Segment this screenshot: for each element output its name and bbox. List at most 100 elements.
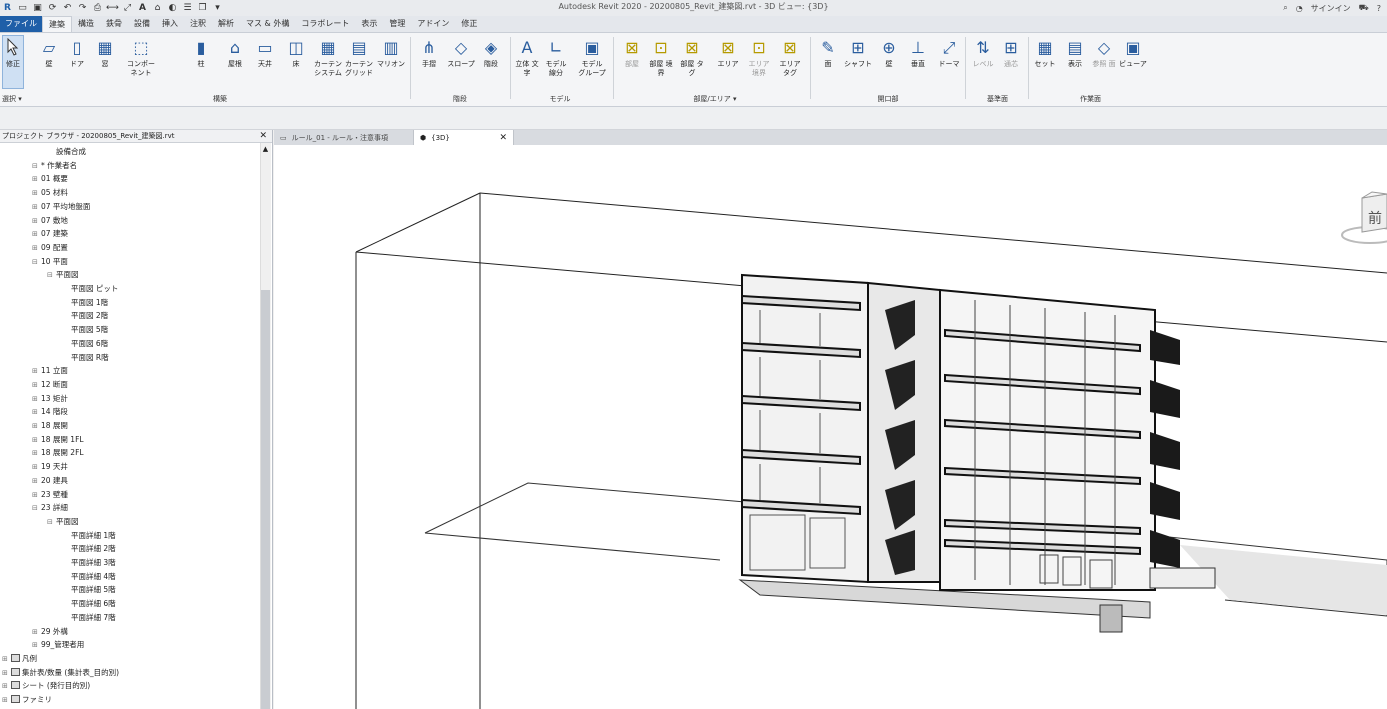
tree-item[interactable]: 平面図 1階 <box>62 296 108 309</box>
print-icon[interactable]: ⎙ <box>92 3 103 14</box>
tree-item[interactable]: ⊞ 11 立面 <box>32 364 68 377</box>
tree-item[interactable]: ⊞ 凡例 <box>2 652 37 665</box>
tree-item[interactable]: ⊞ 29 外構 <box>32 625 68 638</box>
tree-item[interactable]: ⊟ 10 平面 <box>32 255 68 268</box>
close-icon[interactable]: ✕ <box>499 133 507 143</box>
area-button[interactable]: ⊠ エリア <box>713 36 743 69</box>
model-line-button[interactable]: ∟ モデル 線分 <box>541 36 571 78</box>
tree-item[interactable]: 設備合成 <box>47 145 86 158</box>
binoculars-icon[interactable]: ⌕ <box>1283 3 1287 13</box>
customize-qat-icon[interactable]: ▾ <box>212 3 223 14</box>
expand-icon[interactable]: ⊞ <box>32 626 41 639</box>
expand-icon[interactable]: ⊞ <box>32 475 41 488</box>
tree-item[interactable]: ⊞ 99_管理者用 <box>32 638 84 651</box>
aligned-dimension-icon[interactable]: ⤢ <box>122 3 133 14</box>
tab-10[interactable]: 表示 <box>355 16 383 32</box>
thin-lines-icon[interactable]: ☰ <box>182 3 193 14</box>
tree-item[interactable]: 平面図 6階 <box>62 337 108 350</box>
expand-icon[interactable]: ⊞ <box>32 489 41 502</box>
tree-item[interactable]: ⊞ 01 概要 <box>32 172 68 185</box>
expand-icon[interactable]: ⊞ <box>32 242 41 255</box>
component-button[interactable]: ⬚ コンポーネント <box>126 36 156 78</box>
viewcube[interactable]: 前 <box>1340 190 1387 250</box>
undo-icon[interactable]: ↶ <box>62 3 73 14</box>
tree-item[interactable]: ⊞ 18 展開 1FL <box>32 433 84 446</box>
curtain-grid-button[interactable]: ▤ カーテン グリッド <box>344 36 374 78</box>
expand-icon[interactable]: ⊞ <box>32 228 41 241</box>
stair-button[interactable]: ◈ 階段 <box>476 36 506 69</box>
section-icon[interactable]: ◐ <box>167 3 178 14</box>
redo-icon[interactable]: ↷ <box>77 3 88 14</box>
revit-logo-icon[interactable]: R <box>2 3 13 14</box>
close-icon[interactable]: ✕ <box>259 130 267 143</box>
roof-button[interactable]: ⌂ 屋根 <box>220 36 250 69</box>
vertical-button[interactable]: ⊥ 垂直 <box>903 36 933 69</box>
tab-7[interactable]: 解析 <box>212 16 240 32</box>
browser-scroll-thumb[interactable] <box>261 290 270 709</box>
tree-item[interactable]: ⊞ 19 天井 <box>32 460 68 473</box>
collapse-icon[interactable]: ⊟ <box>32 256 41 269</box>
tab-4[interactable]: 設備 <box>128 16 156 32</box>
room-tag-button[interactable]: ⊠ 部屋 タグ <box>677 36 707 78</box>
mullion-button[interactable]: ▥ マリオン <box>376 36 406 69</box>
viewer-button[interactable]: ▣ ビューア <box>1118 36 1148 69</box>
tab-13[interactable]: 修正 <box>455 16 483 32</box>
expand-icon[interactable]: ⊞ <box>32 639 41 652</box>
expand-icon[interactable]: ⊞ <box>32 393 41 406</box>
viewcube-front-face[interactable]: 前 <box>1368 208 1382 228</box>
3d-view-canvas[interactable] <box>274 145 1387 709</box>
level-button[interactable]: ⇅ レベル <box>968 36 998 69</box>
railing-button[interactable]: ⋔ 手摺 <box>414 36 444 69</box>
expand-icon[interactable]: ⊞ <box>32 187 41 200</box>
expand-icon[interactable]: ⊞ <box>2 680 11 693</box>
dormer-button[interactable]: ⤢ ドーマ <box>934 36 964 69</box>
chevron-up-icon[interactable]: ▲ <box>261 145 270 153</box>
help-icon[interactable]: ? <box>1377 4 1381 13</box>
curtain-system-button[interactable]: ▦ カーテン システム <box>313 36 343 78</box>
tab-2[interactable]: 構造 <box>72 16 100 32</box>
expand-icon[interactable]: ⊞ <box>2 694 11 707</box>
tree-item[interactable]: ⊞ 13 矩計 <box>32 392 68 405</box>
tree-item[interactable]: 平面詳細 4階 <box>62 570 116 583</box>
sync-icon[interactable]: ⟳ <box>47 3 58 14</box>
expand-icon[interactable]: ⊞ <box>2 667 11 680</box>
tab-1[interactable]: 建築 <box>42 16 72 32</box>
grid-button[interactable]: ⊞ 通芯 <box>996 36 1026 69</box>
switch-windows-icon[interactable]: ❐ <box>197 3 208 14</box>
expand-icon[interactable]: ⊞ <box>32 447 41 460</box>
measure-icon[interactable]: ⟷ <box>106 3 119 14</box>
tab-3d-view[interactable]: ⬢ {3D} ✕ <box>414 130 514 145</box>
tree-item[interactable]: ⊞ 05 材料 <box>32 186 68 199</box>
select-dropdown[interactable]: 選択 ▾ <box>2 94 22 104</box>
expand-icon[interactable]: ⊞ <box>32 365 41 378</box>
tree-item[interactable]: ⊞ 07 平均地盤面 <box>32 200 90 213</box>
tree-item[interactable]: ⊞ 07 敷地 <box>32 214 68 227</box>
door-button[interactable]: ▯ ドア <box>62 36 92 69</box>
collapse-icon[interactable]: ⊟ <box>32 502 41 515</box>
expand-icon[interactable]: ⊞ <box>32 461 41 474</box>
show-button[interactable]: ▤ 表示 <box>1060 36 1090 69</box>
tree-item[interactable]: 平面詳細 2階 <box>62 542 116 555</box>
tab-12[interactable]: アドイン <box>411 16 455 32</box>
modify-button[interactable]: 修正 <box>2 35 24 89</box>
tree-item[interactable]: 平面詳細 6階 <box>62 597 116 610</box>
cart-icon[interactable]: ⛟ <box>1359 3 1369 13</box>
tree-item[interactable]: ⊞ 23 壁種 <box>32 488 68 501</box>
tree-item[interactable]: ⊞ ファミリ <box>2 693 52 706</box>
tree-item[interactable]: ⊞ 18 展開 <box>32 419 68 432</box>
expand-icon[interactable]: ⊞ <box>32 173 41 186</box>
area-tag-button[interactable]: ⊠ エリア タグ <box>775 36 805 78</box>
collapse-icon[interactable]: ⊟ <box>47 516 56 529</box>
shaft-button[interactable]: ⊞ シャフト <box>843 36 873 69</box>
room-separator-button[interactable]: ⊡ 部屋 境界 <box>646 36 676 78</box>
tree-item[interactable]: ⊞ 20 建具 <box>32 474 68 487</box>
tab-8[interactable]: マス & 外構 <box>240 16 295 32</box>
model-text-button[interactable]: A 立体 文字 <box>512 36 542 78</box>
signin-link[interactable]: サインイン <box>1311 3 1351 14</box>
wall-opening-button[interactable]: ⊕ 壁 <box>874 36 904 69</box>
tab-3[interactable]: 鉄骨 <box>100 16 128 32</box>
area-boundary-button[interactable]: ⊡ エリア 境界 <box>744 36 774 78</box>
expand-icon[interactable]: ⊞ <box>32 379 41 392</box>
tree-item[interactable]: ⊞ 18 展開 2FL <box>32 446 84 459</box>
collapse-icon[interactable]: ⊟ <box>47 269 56 282</box>
